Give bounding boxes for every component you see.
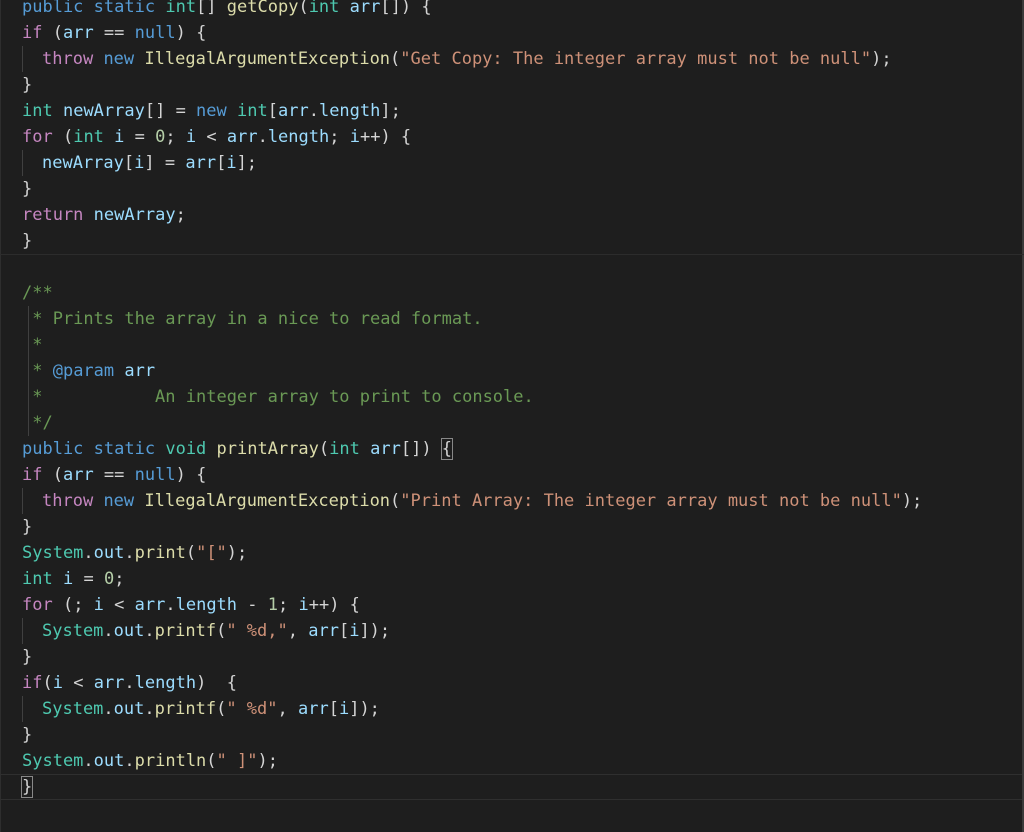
code-line[interactable]: throw new IllegalArgumentException("Get … — [22, 46, 1017, 72]
code-line[interactable]: return newArray; — [22, 202, 1017, 228]
code-line[interactable]: */ — [22, 410, 1017, 436]
left-edge-rule — [0, 0, 1, 832]
code-line[interactable]: throw new IllegalArgumentException("Prin… — [22, 488, 1017, 514]
code-line[interactable]: /** — [22, 280, 1017, 306]
code-line[interactable] — [22, 254, 1017, 280]
code-line[interactable]: * @param arr — [22, 358, 1017, 384]
code-line[interactable]: int i = 0; — [22, 566, 1017, 592]
code-line[interactable]: * An integer array to print to console. — [22, 384, 1017, 410]
code-line[interactable]: public static int[] getCopy(int arr[]) { — [22, 0, 1017, 20]
code-line[interactable]: System.out.printf(" %d", arr[i]); — [22, 696, 1017, 722]
code-line[interactable]: public static void printArray(int arr[])… — [22, 436, 1017, 462]
code-line[interactable]: } — [22, 722, 1017, 748]
code-line[interactable]: int newArray[] = new int[arr.length]; — [22, 98, 1017, 124]
code-line[interactable]: newArray[i] = arr[i]; — [22, 150, 1017, 176]
code-line[interactable]: for (; i < arr.length - 1; i++) { — [22, 592, 1017, 618]
code-line[interactable]: System.out.printf(" %d,", arr[i]); — [22, 618, 1017, 644]
code-line[interactable]: } — [22, 72, 1017, 98]
code-line[interactable]: for (int i = 0; i < arr.length; i++) { — [22, 124, 1017, 150]
code-line[interactable]: System.out.println(" ]"); — [22, 748, 1017, 774]
code-line[interactable]: } — [20, 774, 1017, 800]
code-line[interactable]: if(i < arr.length) { — [22, 670, 1017, 696]
code-line[interactable]: if (arr == null) { — [22, 462, 1017, 488]
code-line[interactable]: * — [22, 332, 1017, 358]
code-line[interactable]: * Prints the array in a nice to read for… — [22, 306, 1017, 332]
code-line[interactable]: } — [22, 176, 1017, 202]
code-lines[interactable]: public static int[] getCopy(int arr[]) {… — [20, 0, 1017, 800]
code-line[interactable]: if (arr == null) { — [22, 20, 1017, 46]
code-line[interactable]: } — [22, 514, 1017, 540]
code-line[interactable]: } — [22, 228, 1017, 254]
code-line[interactable]: } — [22, 644, 1017, 670]
code-line[interactable]: System.out.print("["); — [22, 540, 1017, 566]
code-editor[interactable]: public static int[] getCopy(int arr[]) {… — [0, 0, 1024, 832]
